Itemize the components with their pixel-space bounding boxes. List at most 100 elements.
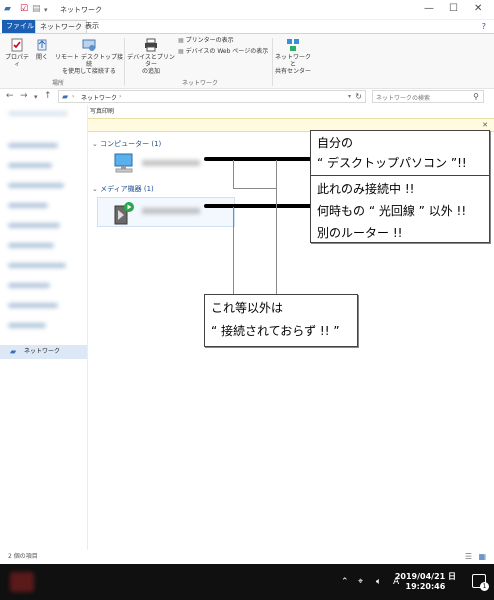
collapse-chevron-icon[interactable]: ⌄ bbox=[92, 140, 98, 148]
large-icons-view-icon[interactable]: ▦ bbox=[478, 550, 486, 564]
open-button[interactable]: 開く bbox=[32, 38, 52, 61]
callout-router: 此れのみ接続中 !! 何時もの “ 光回線 ” 以外 !! 別のルーター !! bbox=[310, 175, 490, 243]
action-center-icon[interactable]: 1 bbox=[472, 574, 489, 591]
back-icon[interactable]: ← bbox=[6, 91, 14, 101]
network-icon: ▰ bbox=[10, 347, 17, 356]
tab-view[interactable]: 表示 bbox=[81, 20, 103, 33]
callout-router-line-3: 別のルーター !! bbox=[317, 226, 403, 240]
properties-button[interactable]: プロパティ bbox=[4, 38, 30, 68]
print-photos-button[interactable]: 写真印刷 bbox=[90, 108, 114, 115]
group-label-location: 場所 bbox=[52, 80, 65, 87]
tab-network[interactable]: ネットワーク bbox=[35, 20, 87, 33]
taskbar: ⌃ ⌖ 🔈︎ A 2019/04/21 日 19:20:46 1 bbox=[0, 564, 494, 600]
search-icon: ⚲ bbox=[473, 92, 479, 101]
annotation-connector bbox=[276, 160, 277, 294]
start-button-blurred[interactable] bbox=[10, 572, 34, 592]
annotation-connector bbox=[233, 160, 234, 188]
collapse-chevron-icon[interactable]: ⌄ bbox=[92, 185, 98, 193]
search-input[interactable]: ネットワークの検索 ⚲ bbox=[372, 90, 484, 103]
nav-item[interactable] bbox=[8, 111, 68, 116]
clock-time: 19:20:46 bbox=[405, 582, 446, 591]
show-hidden-icons-icon[interactable]: ⌃ bbox=[341, 577, 349, 587]
callout-desktop-line-1: 自分の bbox=[317, 136, 354, 150]
help-icon[interactable]: ? bbox=[482, 22, 486, 31]
breadcrumb-network[interactable]: ネットワーク bbox=[81, 93, 117, 102]
nav-item[interactable] bbox=[8, 203, 48, 208]
notification-count-badge: 1 bbox=[480, 582, 489, 591]
nav-item[interactable] bbox=[8, 263, 66, 268]
desktop-computer-icon bbox=[114, 153, 133, 173]
address-bar[interactable]: ▰ › ネットワーク › ▾ ↻ bbox=[58, 90, 366, 103]
ribbon-tabs: ファイル ネットワーク 表示 ? bbox=[0, 20, 494, 33]
annotation-connector bbox=[233, 207, 234, 294]
content-toolbar: 写真印刷 bbox=[88, 106, 494, 118]
properties-quick-icon[interactable]: ☑ bbox=[20, 4, 28, 14]
device-web-page-icon: ▦ bbox=[178, 48, 184, 55]
view-printers-button[interactable]: ▦ プリンターの表示 bbox=[178, 37, 234, 44]
ribbon-separator bbox=[124, 38, 125, 86]
callout-not-connected-line-2: “ 接続されておらず !! ” bbox=[211, 324, 340, 338]
breadcrumb-separator-icon[interactable]: › bbox=[72, 93, 74, 100]
view-printers-icon: ▦ bbox=[178, 37, 184, 44]
remote-desktop-button[interactable]: リモート デスクトップ接続 を使用して接続する bbox=[54, 38, 124, 75]
details-view-icon[interactable]: ☰ bbox=[465, 550, 472, 564]
close-button[interactable]: ✕ bbox=[474, 3, 482, 14]
remote-desktop-label-1: リモート デスクトップ接続 bbox=[55, 54, 123, 68]
media-device-item[interactable] bbox=[97, 197, 235, 227]
nav-item[interactable] bbox=[8, 303, 58, 308]
minimize-button[interactable]: — bbox=[424, 3, 434, 14]
properties-label: プロパティ bbox=[4, 54, 29, 68]
maximize-button[interactable]: ☐ bbox=[449, 3, 458, 14]
close-info-bar-icon[interactable]: ✕ bbox=[482, 121, 488, 129]
media-device-icon bbox=[114, 202, 134, 225]
add-devices-label-2: の追加 bbox=[141, 68, 160, 75]
window-title: ネットワーク bbox=[60, 6, 102, 14]
group-label-network: ネットワーク bbox=[182, 80, 219, 87]
callout-not-connected: これ等以外は “ 接続されておらず !! ” bbox=[204, 294, 358, 347]
network-sharing-center-button[interactable]: ネットワークと 共有センター bbox=[274, 38, 312, 75]
recent-dropdown-icon[interactable]: ▾ bbox=[34, 93, 38, 101]
nav-item[interactable] bbox=[8, 143, 58, 148]
nav-item[interactable] bbox=[8, 323, 46, 328]
remote-desktop-label-2: を使用して接続する bbox=[62, 68, 116, 75]
blurred-computer-name bbox=[142, 160, 200, 166]
volume-icon[interactable]: 🔈︎ bbox=[376, 577, 381, 587]
title-bar: ▰ ☑ ▤ ▾ ネットワーク — ☐ ✕ bbox=[0, 0, 494, 20]
sidebar-item-network[interactable]: ▰ ネットワーク bbox=[0, 345, 87, 359]
add-devices-button[interactable]: デバイスとプリンター の追加 bbox=[126, 38, 176, 75]
group-header-media-label: メディア機器 (1) bbox=[100, 185, 154, 193]
nav-item[interactable] bbox=[8, 283, 50, 288]
annotation-connector bbox=[233, 188, 276, 189]
remote-desktop-icon bbox=[82, 39, 96, 51]
computer-device-item[interactable] bbox=[110, 152, 220, 178]
address-row: ← → ▾ ↑ ▰ › ネットワーク › ▾ ↻ ネットワークの検索 ⚲ bbox=[0, 89, 494, 105]
address-dropdown-icon[interactable]: ▾ bbox=[348, 93, 351, 100]
tab-file[interactable]: ファイル bbox=[2, 20, 38, 33]
properties-icon bbox=[11, 38, 23, 52]
new-folder-quick-icon[interactable]: ▤ bbox=[32, 4, 41, 14]
up-icon[interactable]: ↑ bbox=[44, 91, 52, 101]
folder-network-icon: ▰ bbox=[4, 4, 11, 14]
navigation-pane: ▰ ネットワーク bbox=[0, 105, 88, 550]
open-icon bbox=[37, 39, 47, 51]
callout-desktop-line-2: “ デスクトップパソコン ”!! bbox=[317, 156, 467, 170]
nav-item[interactable] bbox=[8, 163, 52, 168]
refresh-icon[interactable]: ↻ bbox=[355, 92, 362, 101]
quick-access-dropdown-icon[interactable]: ▾ bbox=[44, 6, 48, 14]
nav-item[interactable] bbox=[8, 223, 60, 228]
clock[interactable]: 2019/04/21 日 19:20:46 bbox=[395, 572, 456, 592]
ribbon-separator bbox=[272, 38, 273, 86]
breadcrumb-chevron-icon[interactable]: › bbox=[119, 93, 121, 100]
network-center-icon bbox=[287, 39, 299, 51]
view-device-web-button[interactable]: ▦ デバイスの Web ページの表示 bbox=[178, 48, 268, 55]
forward-icon[interactable]: → bbox=[20, 91, 28, 101]
nav-item[interactable] bbox=[8, 183, 64, 188]
network-location-icon: ▰ bbox=[62, 92, 69, 101]
nav-item[interactable] bbox=[8, 243, 54, 248]
printer-icon bbox=[145, 38, 157, 52]
network-tray-icon[interactable]: ⌖ bbox=[358, 577, 363, 587]
group-header-computer-label: コンピューター (1) bbox=[100, 140, 162, 148]
network-center-label-1: ネットワークと bbox=[274, 54, 311, 68]
clock-date: 2019/04/21 日 bbox=[394, 572, 456, 581]
open-label: 開く bbox=[35, 54, 48, 61]
